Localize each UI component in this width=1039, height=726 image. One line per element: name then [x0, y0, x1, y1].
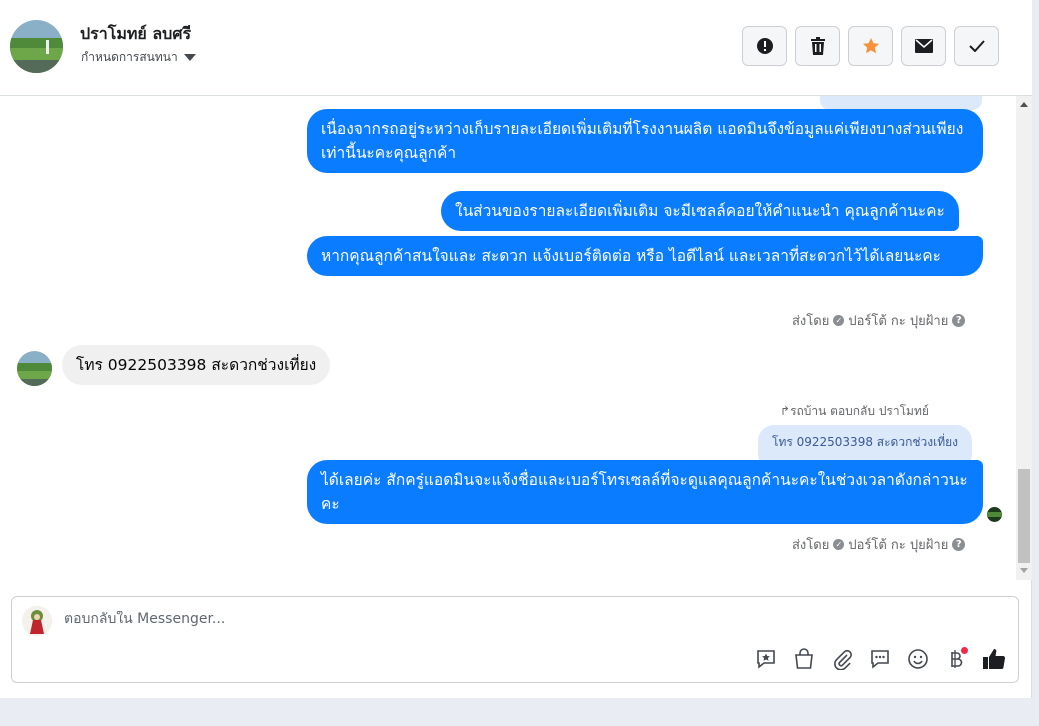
contact-avatar[interactable] — [10, 20, 63, 73]
sent-by-info: ส่งโดย ✓ ปอร์โต้ กะ ปุยฝ้าย ? — [792, 534, 966, 555]
attach-button[interactable] — [830, 647, 854, 671]
saved-reply-icon — [757, 650, 775, 669]
help-icon[interactable]: ? — [952, 314, 966, 327]
mark-done-button[interactable] — [954, 26, 999, 66]
outgoing-message[interactable]: ในส่วนของรายละเอียดเพิ่มเติม จะมีเซลล์คอ… — [441, 191, 959, 231]
help-icon[interactable]: ? — [952, 538, 966, 551]
like-button[interactable] — [982, 647, 1006, 671]
conversation-settings-label: กำหนดการสนทนา — [81, 50, 178, 64]
reply-note: ↱รถบ้าน ตอบกลับ ปราโมทย์ — [780, 404, 929, 418]
conversation-panel: ปราโมทย์ ลบศรี กำหนดการสนทนา เนื่องจากรถ… — [0, 0, 1032, 698]
sent-by-label: ส่งโดย — [792, 538, 830, 553]
shop-button[interactable] — [792, 647, 816, 671]
alert-icon — [756, 38, 773, 54]
thread-scrollbar[interactable] — [1016, 96, 1032, 580]
star-button[interactable] — [848, 26, 893, 66]
contact-avatar-small[interactable] — [17, 351, 52, 386]
check-circle-icon: ✓ — [833, 315, 845, 326]
composer-tools — [754, 647, 1006, 671]
trash-icon — [810, 37, 825, 55]
notification-dot — [961, 647, 968, 654]
envelope-icon — [914, 39, 933, 53]
check-icon — [968, 40, 985, 52]
report-spam-button[interactable] — [742, 26, 787, 66]
payment-button[interactable] — [944, 647, 968, 671]
conversation-settings-dropdown[interactable]: กำหนดการสนทนา — [81, 48, 196, 67]
message-thread[interactable]: เนื่องจากรถอยู่ระหว่างเก็บรายละเอียดเพิ่… — [0, 96, 1016, 580]
scroll-down-arrow-icon[interactable] — [1020, 568, 1028, 573]
outgoing-message[interactable]: เนื่องจากรถอยู่ระหว่างเก็บรายละเอียดเพิ่… — [307, 109, 983, 173]
scroll-up-arrow-icon[interactable] — [1020, 102, 1028, 107]
sender-name: ปอร์โต้ กะ ปุยฝ้าย — [848, 314, 949, 329]
page-avatar — [22, 606, 52, 636]
chat-bubble-icon — [871, 650, 889, 669]
outgoing-message[interactable]: ได้เลยค่ะ สักครู่แอดมินจะแจ้งชื่อและเบอร… — [307, 460, 983, 524]
reply-arrow-icon: ↱ — [780, 404, 791, 418]
reply-composer — [11, 596, 1019, 683]
incoming-message[interactable]: โทร 0922503398 สะดวกช่วงเที่ยง — [62, 345, 331, 385]
reply-input[interactable] — [64, 611, 704, 627]
attachment-icon — [834, 649, 852, 670]
sent-by-label: ส่งโดย — [792, 314, 830, 329]
thumbs-up-icon — [983, 649, 1006, 669]
mark-unread-button[interactable] — [901, 26, 946, 66]
scrollbar-thumb[interactable] — [1018, 469, 1030, 563]
outgoing-message[interactable]: หากคุณลูกค้าสนใจและ สะดวก แจ้งเบอร์ติดต่… — [307, 236, 983, 276]
emoji-button[interactable] — [906, 647, 930, 671]
previous-message-fragment — [820, 96, 982, 110]
check-circle-icon: ✓ — [833, 539, 845, 550]
seen-avatar — [987, 507, 1002, 522]
sender-name: ปอร์โต้ กะ ปุยฝ้าย — [848, 538, 949, 553]
sent-by-info: ส่งโดย ✓ ปอร์โต้ กะ ปุยฝ้าย ? — [792, 310, 966, 331]
emoji-icon — [908, 649, 928, 669]
shop-bag-icon — [795, 648, 813, 669]
star-icon — [862, 38, 879, 54]
delete-button[interactable] — [795, 26, 840, 66]
saved-reply-button[interactable] — [754, 647, 778, 671]
conversation-header: ปราโมทย์ ลบศรี กำหนดการสนทนา — [0, 0, 1032, 96]
caret-down-icon — [183, 54, 196, 61]
contact-name[interactable]: ปราโมทย์ ลบศรี — [80, 22, 191, 47]
quick-reply-button[interactable] — [868, 647, 892, 671]
header-actions — [742, 26, 999, 66]
